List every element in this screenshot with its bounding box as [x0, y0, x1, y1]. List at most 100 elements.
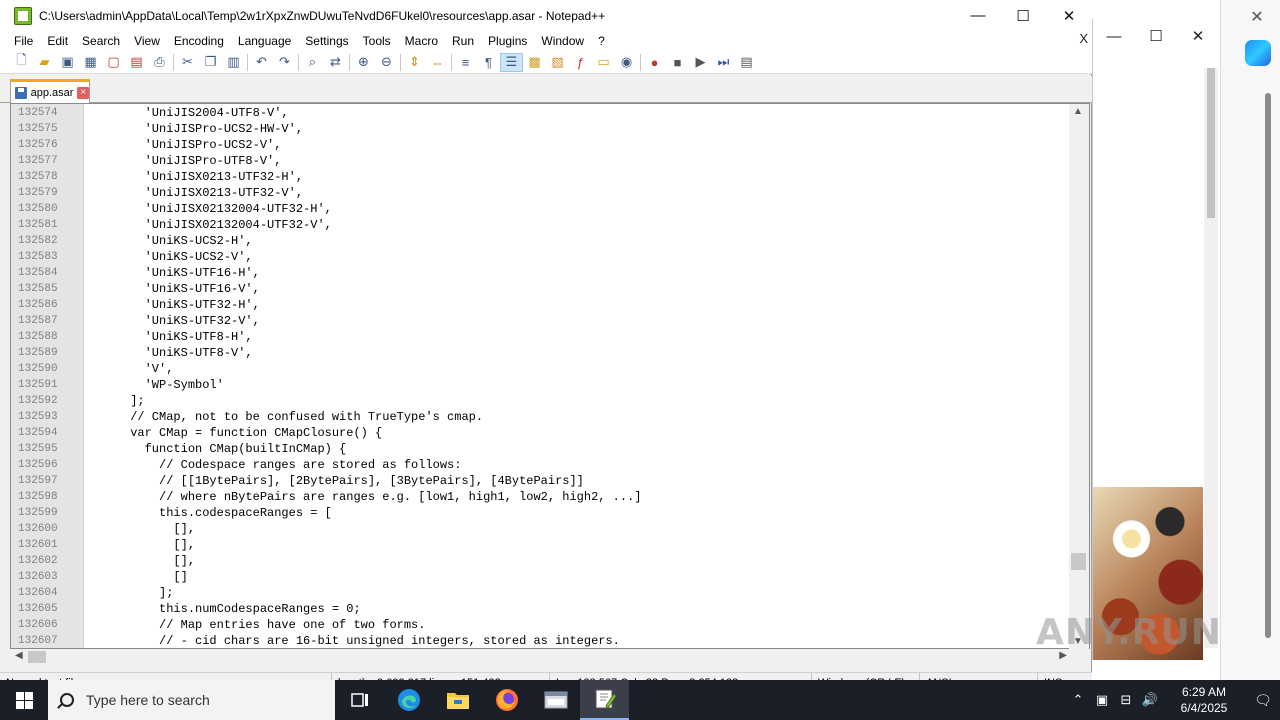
code-line[interactable]: 132592 ]; [11, 393, 1071, 409]
save-macro-icon[interactable]: ▤ [735, 53, 758, 72]
menu-run[interactable]: Run [445, 34, 481, 48]
code-line[interactable]: 132600 [], [11, 521, 1071, 537]
browser-scrollbar[interactable] [1262, 75, 1274, 665]
menu-edit[interactable]: Edit [40, 34, 75, 48]
close-icon[interactable]: ✕ [1177, 19, 1219, 53]
stop-macro-icon[interactable]: ■ [666, 53, 689, 72]
cut-icon[interactable]: ✂ [176, 53, 199, 72]
code-line[interactable]: 132590 'V', [11, 361, 1071, 377]
code-line[interactable]: 132584 'UniKS-UTF16-H', [11, 265, 1071, 281]
code-line[interactable]: 132591 'WP-Symbol' [11, 377, 1071, 393]
menu-settings[interactable]: Settings [298, 34, 355, 48]
code-line[interactable]: 132596 // Codespace ranges are stored as… [11, 457, 1071, 473]
chevron-up-icon[interactable]: ⌃ [1066, 680, 1090, 720]
zoom-in-icon[interactable]: ⊕ [352, 53, 375, 72]
folder-workspace-icon[interactable]: ▭ [592, 53, 615, 72]
code-line[interactable]: 132579 'UniJISX0213-UTF32-V', [11, 185, 1071, 201]
firefox-icon[interactable] [482, 680, 531, 720]
code-line[interactable]: 132586 'UniKS-UTF32-H', [11, 297, 1071, 313]
copy-icon[interactable]: ❐ [199, 53, 222, 72]
code-line[interactable]: 132607 // - cid chars are 16-bit unsigne… [11, 633, 1071, 648]
background-scrollbar[interactable] [1204, 68, 1218, 648]
scroll-left-icon[interactable]: ◀ [15, 650, 23, 661]
code-line[interactable]: 132599 this.codespaceRanges = [ [11, 505, 1071, 521]
menu-language[interactable]: Language [231, 34, 298, 48]
monitoring-icon[interactable]: ◉ [615, 53, 638, 72]
edge-icon[interactable] [384, 680, 433, 720]
code-line[interactable]: 132597 // [[1BytePairs], [2BytePairs], [… [11, 473, 1071, 489]
scrollbar-thumb[interactable] [1207, 68, 1215, 218]
menu-plugins[interactable]: Plugins [481, 34, 534, 48]
task-view-icon[interactable] [335, 680, 384, 720]
doc-map-icon[interactable]: ▧ [546, 53, 569, 72]
maximize-button[interactable]: ☐ [1000, 0, 1046, 31]
paste-icon[interactable]: ▥ [222, 53, 245, 72]
clock[interactable]: 6:29 AM 6/4/2025 [1162, 684, 1246, 716]
copilot-icon[interactable] [1245, 40, 1271, 66]
maximize-icon[interactable]: ☐ [1135, 19, 1177, 53]
close-icon[interactable]: ▢ [102, 53, 125, 72]
show-all-chars-icon[interactable]: ¶ [477, 53, 500, 72]
new-file-icon[interactable]: 🗋 [10, 52, 33, 72]
menu-window[interactable]: Window [534, 34, 591, 48]
menu-macro[interactable]: Macro [398, 34, 445, 48]
print-icon[interactable]: ⎙ [148, 53, 171, 72]
code-line[interactable]: 132588 'UniKS-UTF8-H', [11, 329, 1071, 345]
minimize-button[interactable]: — [955, 0, 1001, 31]
scrollbar-thumb[interactable] [28, 651, 46, 663]
code-line[interactable]: 132583 'UniKS-UCS2-V', [11, 249, 1071, 265]
notification-icon[interactable]: 🗨 [1246, 680, 1280, 720]
open-file-icon[interactable]: ▰ [33, 53, 56, 72]
code-line[interactable]: 132606 // Map entries have one of two fo… [11, 617, 1071, 633]
replace-icon[interactable]: ⇄ [324, 53, 347, 72]
save-all-icon[interactable]: ▦ [79, 53, 102, 72]
menu-encoding[interactable]: Encoding [167, 34, 231, 48]
word-wrap-icon[interactable]: ≡ [454, 53, 477, 72]
code-line[interactable]: 132594 var CMap = function CMapClosure()… [11, 425, 1071, 441]
notepadpp-app-icon[interactable] [14, 6, 32, 25]
explorer-window-icon[interactable] [531, 680, 580, 720]
code-line[interactable]: 132598 // where nBytePairs are ranges e.… [11, 489, 1071, 505]
code-line[interactable]: 132580 'UniJISX02132004-UTF32-H', [11, 201, 1071, 217]
code-line[interactable]: 132581 'UniJISX02132004-UTF32-V', [11, 217, 1071, 233]
sync-horizontal-icon[interactable]: ⇔ [426, 53, 449, 72]
menu-file[interactable]: File [0, 34, 40, 48]
function-list-icon[interactable]: ƒ [569, 53, 592, 72]
menu-view[interactable]: View [127, 34, 167, 48]
play-macro-icon[interactable]: ▶ [689, 53, 712, 72]
tab-close-icon[interactable]: × [77, 86, 89, 99]
notepadpp-icon[interactable] [580, 680, 629, 720]
sync-vertical-icon[interactable]: ⇕ [403, 53, 426, 72]
code-line[interactable]: 132601 [], [11, 537, 1071, 553]
run-macro-multiple-icon[interactable]: ⏭ [712, 53, 735, 72]
menu-tools[interactable]: Tools [356, 34, 398, 48]
network-icon[interactable]: ⊟ [1114, 680, 1138, 720]
indent-guide-icon[interactable]: ☰ [500, 52, 523, 72]
scrollbar-thumb[interactable] [1071, 553, 1086, 570]
redo-icon[interactable]: ↷ [273, 53, 296, 72]
find-icon[interactable]: ⌕ [301, 53, 324, 72]
code-line[interactable]: 132603 [] [11, 569, 1071, 585]
close-document-button[interactable]: X [1079, 31, 1088, 46]
code-line[interactable]: 132574 'UniJIS2004-UTF8-V', [11, 105, 1071, 121]
scroll-up-icon[interactable]: ▲ [1073, 106, 1083, 117]
close-icon[interactable]: ✕ [1244, 4, 1270, 30]
volume-icon[interactable]: 🔊 [1138, 680, 1162, 720]
code-line[interactable]: 132577 'UniJISPro-UTF8-V', [11, 153, 1071, 169]
vertical-scrollbar[interactable]: ▲ ▼ [1069, 104, 1089, 649]
save-icon[interactable]: ▣ [56, 53, 79, 72]
start-button[interactable] [0, 680, 48, 720]
horizontal-scrollbar[interactable]: ◀ ▶ [11, 649, 1071, 665]
close-button[interactable]: ✕ [1046, 0, 1092, 31]
code-line[interactable]: 132587 'UniKS-UTF32-V', [11, 313, 1071, 329]
code-line[interactable]: 132585 'UniKS-UTF16-V', [11, 281, 1071, 297]
code-line[interactable]: 132602 [], [11, 553, 1071, 569]
editor-area[interactable]: 132574 'UniJIS2004-UTF8-V', 132575 'UniJI… [10, 103, 1090, 649]
scrollbar-thumb[interactable] [1265, 93, 1271, 638]
taskbar-search[interactable]: Type here to search [48, 680, 335, 720]
code-line[interactable]: 132593 // CMap, not to be confused with … [11, 409, 1071, 425]
network-device-icon[interactable]: ▣ [1090, 680, 1114, 720]
close-all-icon[interactable]: ▤ [125, 53, 148, 72]
code-line[interactable]: 132575 'UniJISPro-UCS2-HW-V', [11, 121, 1071, 137]
undo-icon[interactable]: ↶ [250, 53, 273, 72]
